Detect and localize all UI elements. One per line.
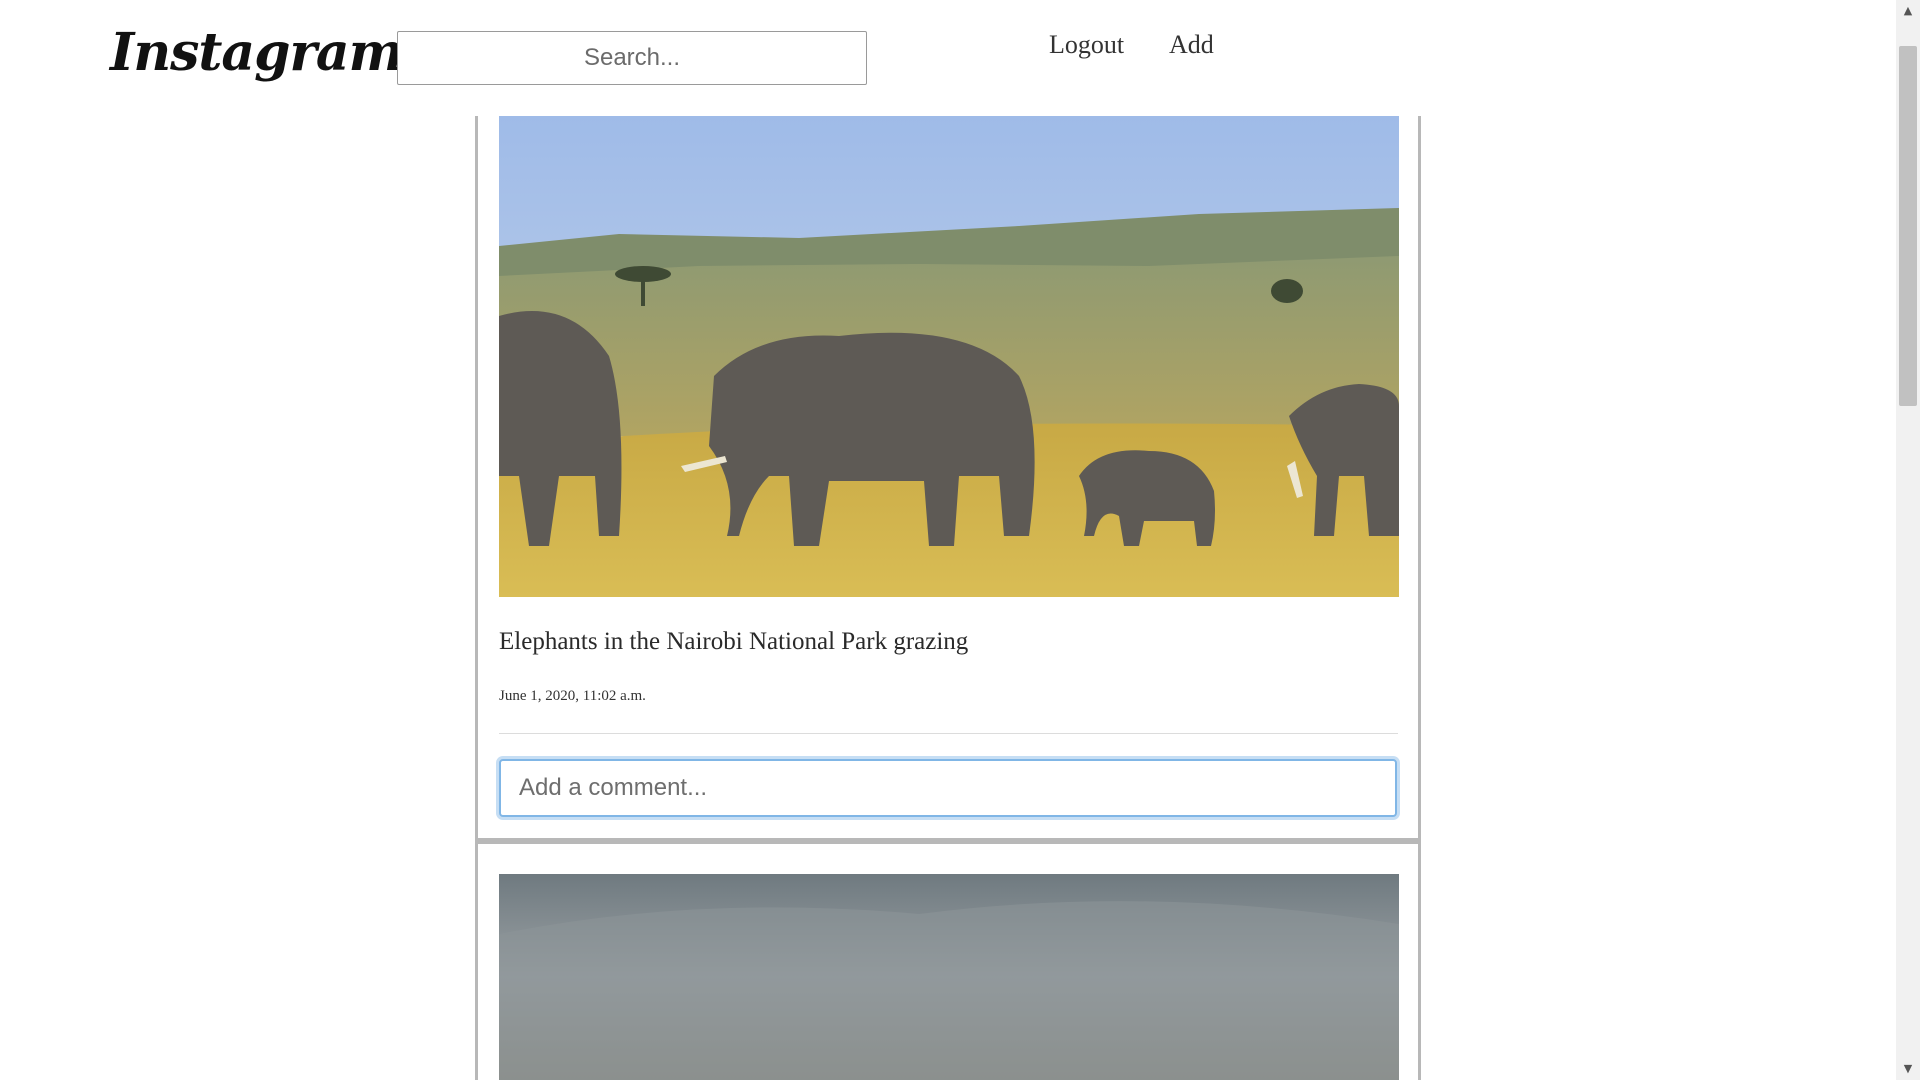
post-feed: Elephants in the Nairobi National Park g… <box>475 116 1421 1080</box>
post-card: Elephants in the Nairobi National Park g… <box>475 116 1421 844</box>
scroll-thumb[interactable] <box>1899 46 1917 406</box>
navbar: Instagram Logout Add <box>0 0 1896 116</box>
post-card <box>475 844 1421 1080</box>
post-image <box>499 874 1399 1080</box>
add-link[interactable]: Add <box>1169 30 1214 60</box>
search-input[interactable] <box>397 31 867 85</box>
logout-link[interactable]: Logout <box>1049 30 1124 60</box>
comment-input[interactable] <box>499 759 1397 817</box>
scrollbar[interactable]: ▲ ▼ <box>1896 0 1920 1080</box>
post-caption: Elephants in the Nairobi National Park g… <box>499 628 969 655</box>
elephant-photo <box>499 116 1399 597</box>
scroll-down-icon[interactable]: ▼ <box>1896 1058 1920 1080</box>
divider <box>499 733 1398 734</box>
scroll-up-icon[interactable]: ▲ <box>1896 0 1920 22</box>
instagram-logo[interactable]: Instagram <box>110 22 404 83</box>
landscape-photo <box>499 874 1399 1080</box>
post-image <box>499 116 1399 597</box>
post-timestamp: June 1, 2020, 11:02 a.m. <box>499 688 646 704</box>
